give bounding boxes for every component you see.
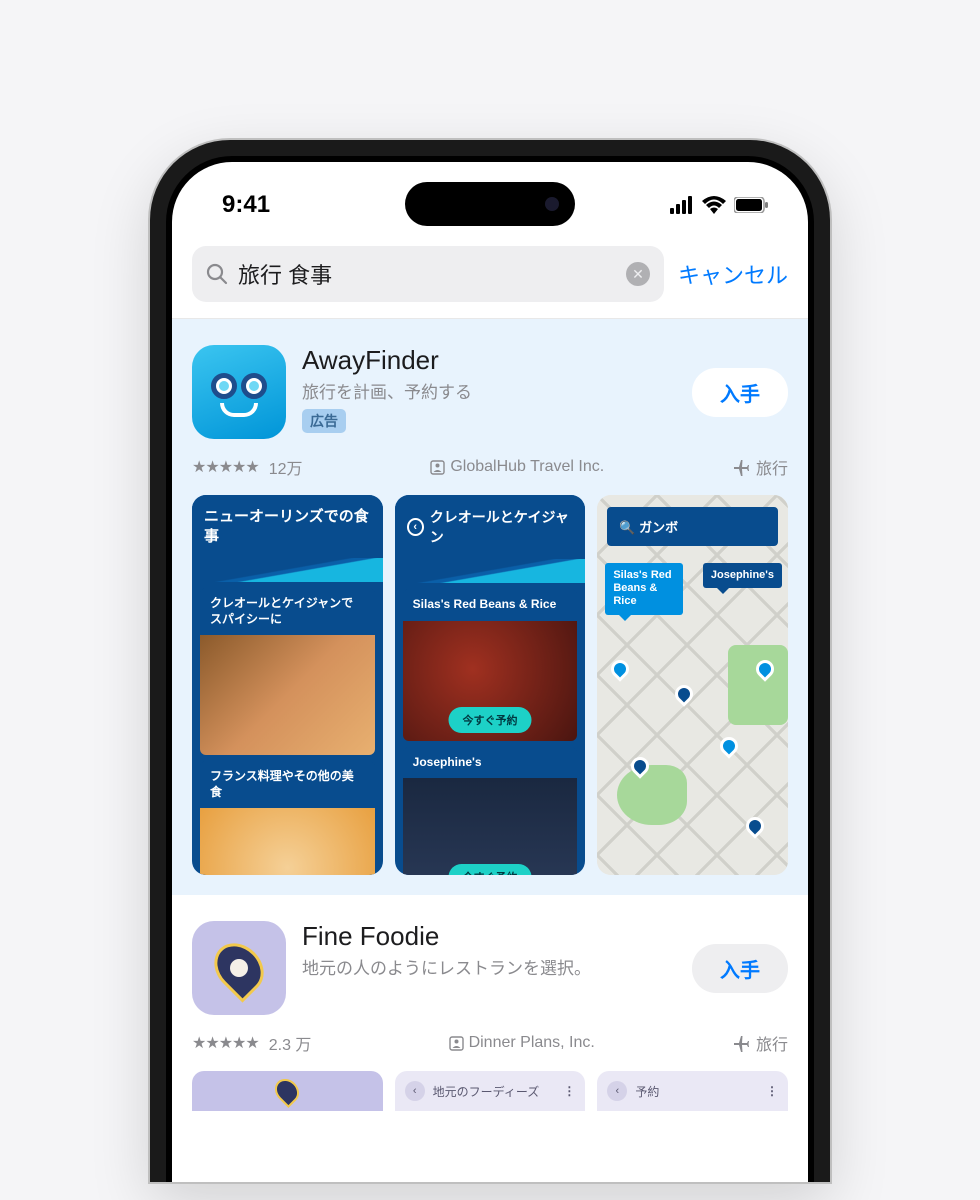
- organic-result: Fine Foodie 地元の人のようにレストランを選択。 入手 ★★★★★ 2…: [172, 895, 808, 1111]
- more-icon: ⋮: [563, 1084, 575, 1098]
- screenshot-2: ‹ 地元のフーディーズ ⋮: [395, 1071, 586, 1111]
- get-button[interactable]: 入手: [692, 944, 788, 993]
- battery-icon: [734, 197, 768, 213]
- star-rating-icon: ★★★★★: [192, 457, 259, 477]
- app-subtitle: 旅行を計画、予約する: [302, 378, 676, 403]
- clear-button[interactable]: ✕: [626, 262, 650, 286]
- back-arrow-icon: ‹: [607, 1081, 627, 1101]
- search-icon: [206, 263, 228, 285]
- app-info[interactable]: Fine Foodie 地元の人のようにレストランを選択。: [302, 921, 676, 979]
- dynamic-island: [405, 182, 575, 226]
- signal-icon: [670, 196, 694, 214]
- app-icon-awayfinder[interactable]: [192, 345, 286, 439]
- screenshot-2: ‹クレオールとケイジャン Silas's Red Beans & Rice 今す…: [395, 495, 586, 875]
- developer-name: Dinner Plans, Inc.: [449, 1034, 595, 1052]
- rating-count: 12万: [269, 455, 303, 479]
- back-arrow-icon: ‹: [405, 1081, 425, 1101]
- screenshot-1: [192, 1071, 383, 1111]
- get-button[interactable]: 入手: [692, 368, 788, 417]
- app-meta-row: ★★★★★ 2.3 万 Dinner Plans, Inc. 旅行: [192, 1031, 788, 1055]
- sponsored-result: AwayFinder 旅行を計画、予約する 広告 入手 ★★★★★ 12万 Gl…: [172, 319, 808, 895]
- app-name: Fine Foodie: [302, 921, 676, 952]
- wifi-icon: [702, 196, 726, 214]
- more-icon: ⋮: [766, 1084, 778, 1098]
- developer-icon: [430, 460, 445, 475]
- search-row: 旅行 食事 ✕ キャンセル: [172, 234, 808, 319]
- cancel-button[interactable]: キャンセル: [678, 258, 788, 290]
- screenshot-carousel[interactable]: ニューオーリンズでの食事 クレオールとケイジャンでスパイシーに フランス料理やそ…: [192, 495, 788, 875]
- app-info[interactable]: AwayFinder 旅行を計画、予約する 広告: [302, 345, 676, 433]
- plane-icon: [732, 458, 750, 476]
- category-tag: 旅行: [732, 1031, 788, 1055]
- developer-icon: [449, 1036, 464, 1051]
- back-arrow-icon: ‹: [407, 518, 424, 536]
- app-name: AwayFinder: [302, 345, 676, 376]
- status-time: 9:41: [222, 191, 270, 219]
- app-icon-finefoodie[interactable]: [192, 921, 286, 1015]
- plane-icon: [732, 1034, 750, 1052]
- screenshot-carousel[interactable]: ‹ 地元のフーディーズ ⋮ ‹ 予約 ⋮: [192, 1071, 788, 1111]
- screen: 9:41 旅行 食事 ✕ キャンセル AwayFinder 旅行を計画、予約する…: [172, 162, 808, 1182]
- screenshot-3: ‹ 予約 ⋮: [597, 1071, 788, 1111]
- map-search: 🔍 ガンボ: [607, 507, 778, 546]
- developer-name: GlobalHub Travel Inc.: [430, 458, 604, 476]
- book-button: 今すぐ予約: [449, 864, 532, 875]
- ad-badge: 広告: [302, 409, 346, 433]
- pin-icon: [270, 1074, 304, 1108]
- screenshot-1: ニューオーリンズでの食事 クレオールとケイジャンでスパイシーに フランス料理やそ…: [192, 495, 383, 875]
- map-callout: Josephine's: [703, 563, 782, 588]
- category-tag: 旅行: [732, 455, 788, 479]
- search-input[interactable]: 旅行 食事 ✕: [192, 246, 664, 302]
- map-callout: Silas's Red Beans & Rice: [605, 563, 683, 615]
- screenshot-3: 🔍 ガンボ Silas's Red Beans & Rice Josephine…: [597, 495, 788, 875]
- star-rating-icon: ★★★★★: [192, 1033, 259, 1053]
- phone-frame: 9:41 旅行 食事 ✕ キャンセル AwayFinder 旅行を計画、予約する…: [150, 140, 830, 1182]
- search-text: 旅行 食事: [238, 258, 616, 290]
- book-button: 今すぐ予約: [449, 707, 532, 733]
- app-subtitle: 地元の人のようにレストランを選択。: [302, 954, 676, 979]
- rating-count: 2.3 万: [269, 1031, 312, 1055]
- app-meta-row: ★★★★★ 12万 GlobalHub Travel Inc. 旅行: [192, 455, 788, 479]
